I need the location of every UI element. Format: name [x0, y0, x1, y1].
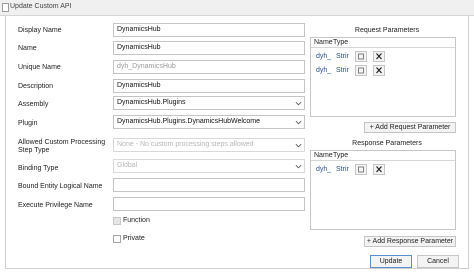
close-icon[interactable] — [373, 65, 385, 76]
param-type: Strir — [336, 53, 349, 60]
chevron-down-icon — [295, 119, 302, 126]
response-parameters-grid: Name Type dyh_ Strir — [310, 150, 456, 230]
description-label: Description — [18, 83, 54, 90]
window-title: Update Custom API — [10, 3, 72, 10]
private-label: Private — [123, 235, 145, 242]
allowed-step-type-label-line2: Step Type — [18, 147, 50, 154]
request-parameters-grid: Name Type dyh_ Strir dyh_ Strir — [310, 37, 456, 117]
edit-icon[interactable] — [355, 164, 367, 175]
binding-type-select[interactable]: Global — [113, 159, 305, 173]
param-type: Strir — [336, 67, 349, 74]
column-header-type: Type — [333, 152, 349, 159]
assembly-select[interactable]: DynamicsHub.Plugins — [113, 96, 305, 110]
bound-entity-label: Bound Entity Logical Name — [18, 183, 103, 190]
param-type: Strir — [336, 166, 349, 173]
allowed-step-type-select[interactable]: None - No custom processing steps allowe… — [113, 138, 305, 152]
column-header-type: Type — [333, 39, 349, 46]
chevron-down-icon — [295, 100, 302, 107]
plugin-label: Plugin — [18, 120, 38, 127]
allowed-step-type-value: None - No custom processing steps allowe… — [117, 141, 254, 148]
name-input[interactable]: DynamicsHub — [113, 41, 305, 55]
execute-privilege-input[interactable] — [113, 197, 305, 211]
display-name-label: Display Name — [18, 27, 62, 34]
name-label: Name — [18, 45, 37, 52]
plugin-select[interactable]: DynamicsHub.Plugins.DynamicsHubWelcome — [113, 115, 305, 129]
request-parameters-title: Request Parameters — [354, 27, 420, 34]
allowed-step-type-label-line1: Allowed Custom Processing — [18, 139, 106, 146]
param-name: dyh_ — [316, 53, 332, 60]
add-response-parameter-button[interactable]: + Add Response Parameter — [364, 236, 456, 247]
response-parameters-title: Response Parameters — [352, 140, 422, 147]
edit-icon[interactable] — [355, 65, 367, 76]
assembly-label: Assembly — [18, 101, 49, 108]
execute-privilege-label: Execute Privilege Name — [18, 202, 93, 209]
param-name: dyh_ — [316, 67, 332, 74]
edit-icon[interactable] — [355, 51, 367, 62]
table-row[interactable]: dyh_ Strir — [311, 64, 455, 78]
private-checkbox[interactable] — [113, 235, 121, 243]
window-icon — [2, 3, 9, 12]
function-label: Function — [123, 217, 150, 224]
update-button[interactable]: Update — [370, 255, 412, 268]
display-name-input[interactable]: DynamicsHub — [113, 23, 305, 37]
close-icon[interactable] — [373, 164, 385, 175]
binding-type-label: Binding Type — [18, 165, 59, 172]
close-icon[interactable] — [373, 51, 385, 62]
binding-type-value: Global — [117, 162, 138, 169]
unique-name-label: Unique Name — [18, 64, 61, 71]
assembly-value: DynamicsHub.Plugins — [117, 99, 186, 106]
param-name: dyh_ — [316, 166, 332, 173]
grid-header: Name Type — [311, 38, 455, 48]
add-request-parameter-button[interactable]: + Add Request Parameter — [364, 122, 456, 133]
unique-name-input[interactable]: dyh_DynamicsHub — [113, 60, 305, 74]
table-row[interactable]: dyh_ Strir — [311, 163, 455, 177]
table-row[interactable]: dyh_ Strir — [311, 50, 455, 64]
title-bar: Update Custom API — [0, 0, 474, 16]
description-input[interactable]: DynamicsHub — [113, 79, 305, 93]
chevron-down-icon — [295, 163, 302, 170]
chevron-down-icon — [295, 142, 302, 149]
grid-header: Name Type — [311, 151, 455, 161]
plugin-value: DynamicsHub.Plugins.DynamicsHubWelcome — [117, 118, 261, 125]
column-header-name: Name — [314, 39, 333, 46]
column-header-name: Name — [314, 152, 333, 159]
bound-entity-input[interactable] — [113, 178, 305, 192]
function-checkbox[interactable] — [113, 217, 121, 225]
cancel-button[interactable]: Cancel — [417, 255, 459, 268]
